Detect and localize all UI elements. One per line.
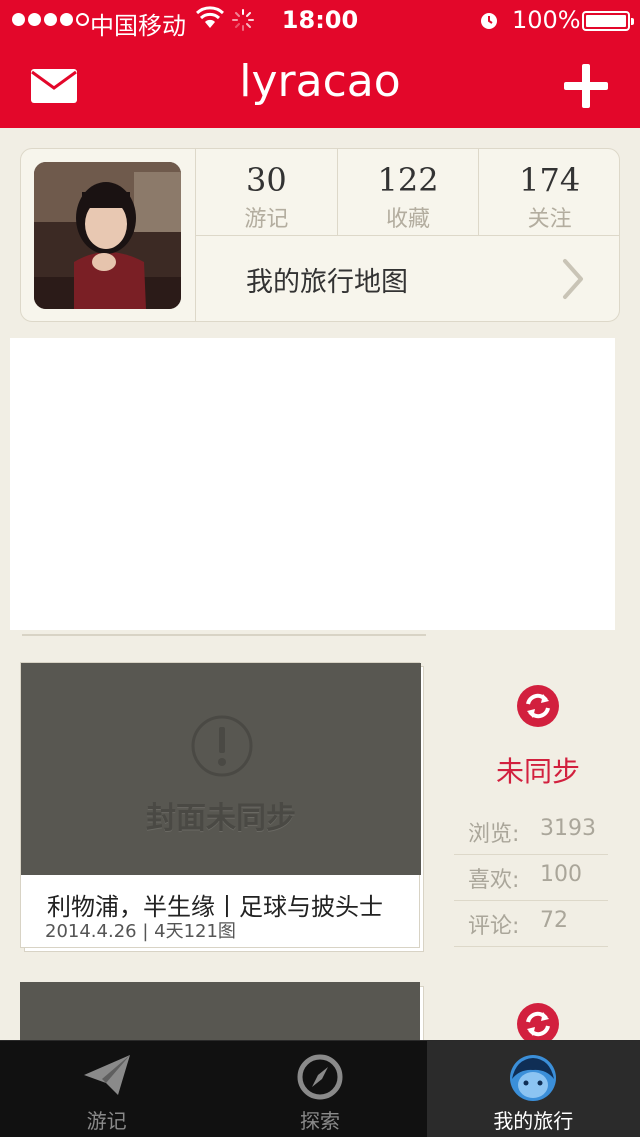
trip-card[interactable]: 封面未同步 利物浦，半生缘丨足球与披头士 2014.4.26 | 4天121图: [20, 662, 424, 952]
comments-value: 72: [540, 908, 568, 933]
stat-value: 122: [377, 161, 439, 199]
avatar-container: [21, 149, 196, 321]
card-stack-edge: [22, 630, 426, 636]
stat-label: 游记: [244, 207, 289, 232]
stat-favorites[interactable]: 122 收藏: [338, 149, 480, 235]
exclamation-icon: [191, 715, 253, 781]
stat-value: 174: [519, 161, 581, 199]
navigation-bar: lyracao: [0, 40, 640, 128]
tab-label: 我的旅行: [493, 1109, 574, 1133]
stat-following[interactable]: 174 关注: [479, 149, 619, 235]
tab-explore[interactable]: 探索: [213, 1041, 426, 1137]
paper-plane-icon: [0, 1053, 213, 1097]
tab-my-trips[interactable]: 我的旅行: [426, 1041, 640, 1137]
stat-value: 30: [245, 161, 287, 199]
trip-cover: [20, 982, 420, 1042]
page-title: lyracao: [239, 56, 401, 107]
stat-label: 收藏: [386, 207, 431, 232]
profile-card: 30 游记 122 收藏 174 关注 我的旅行地图: [20, 148, 620, 322]
travel-map-label: 我的旅行地图: [246, 267, 408, 298]
compass-icon: [213, 1053, 426, 1101]
battery-percentage: 100%: [512, 6, 581, 34]
comments-label: 评论:: [468, 914, 520, 939]
tab-label: 游记: [86, 1109, 127, 1133]
tab-label: 探索: [299, 1109, 340, 1133]
battery-icon: [582, 11, 634, 31]
sync-status: 未同步: [495, 755, 580, 788]
stat-trips[interactable]: 30 游记: [196, 149, 338, 235]
face-icon: [427, 1053, 640, 1103]
travel-map-link[interactable]: 我的旅行地图: [196, 236, 619, 321]
trip-cover: 封面未同步: [21, 663, 421, 875]
cover-placeholder-text: 封面未同步: [146, 801, 296, 836]
stat-label: 关注: [527, 207, 572, 232]
add-icon[interactable]: [562, 62, 610, 114]
likes-label: 喜欢:: [468, 868, 520, 893]
tab-trips[interactable]: 游记: [0, 1041, 213, 1137]
profile-stats: 30 游记 122 收藏 174 关注: [196, 149, 619, 236]
card-body: 封面未同步 利物浦，半生缘丨足球与披头士 2014.4.26 | 4天121图: [20, 662, 421, 948]
sync-icon[interactable]: [516, 684, 560, 732]
tab-bar: 游记 探索 我的旅行: [0, 1040, 640, 1137]
trip-card[interactable]: [20, 982, 424, 1046]
blank-panel: [10, 338, 615, 630]
views-value: 3193: [540, 816, 596, 841]
status-bar: 中国移动 18:00 100%: [0, 0, 640, 40]
trip-meta: 2014.4.26 | 4天121图: [45, 921, 236, 942]
comments-row: 评论: 72: [454, 900, 608, 947]
chevron-right-icon: [562, 258, 584, 304]
views-label: 浏览:: [468, 822, 520, 847]
likes-row: 喜欢: 100: [454, 854, 608, 901]
likes-value: 100: [540, 862, 582, 887]
alarm-icon: [478, 9, 500, 37]
views-row: 浏览: 3193: [454, 808, 608, 855]
avatar[interactable]: [34, 162, 181, 309]
